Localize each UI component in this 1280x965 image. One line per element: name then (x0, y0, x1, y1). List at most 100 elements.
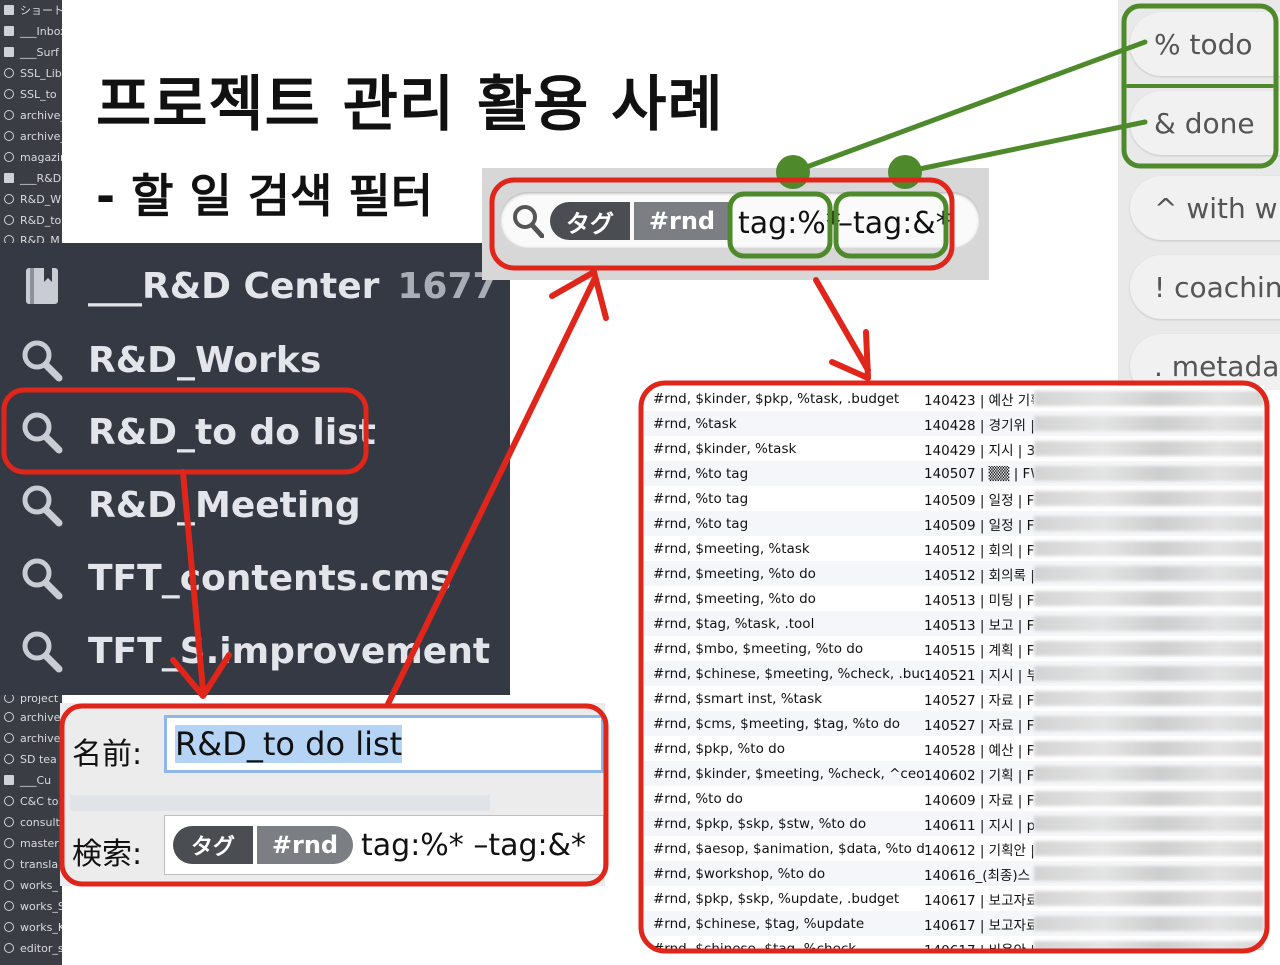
name-label: 名前: (72, 737, 143, 772)
dialog-tag-type-token[interactable]: タグ (173, 826, 253, 864)
thin-sidebar-item[interactable]: works_K (0, 917, 62, 937)
result-row[interactable]: #rnd, $kinder, %task 140429 | 지시 | 3-6 (644, 436, 1264, 461)
blurred-text (1034, 541, 1264, 556)
result-title: 140513 | 보고 | FW (924, 617, 1034, 634)
result-row[interactable]: #rnd, $meeting, %to do 140512 | 회의록 | F (644, 561, 1264, 586)
thin-sidebar-item[interactable]: transla (0, 854, 62, 874)
result-row[interactable]: #rnd, $pkp, $skp, $stw, %to do 140611 | 지… (644, 811, 1264, 836)
notebook-icon (4, 47, 14, 57)
blurred-text (1034, 441, 1264, 456)
sidebar-item-label: TFT_contents.cms (88, 557, 452, 599)
thin-sidebar-item[interactable]: consult (0, 812, 62, 832)
result-tags: #rnd, $cms, $meeting, $tag, %to do (653, 715, 901, 732)
thin-sidebar-item[interactable]: ___Inbox (0, 21, 62, 41)
result-tags: #rnd, $meeting, %to do (653, 590, 816, 607)
thin-sidebar-item[interactable]: archive_ (0, 126, 62, 146)
result-row[interactable]: #rnd, %to do 140609 | 자료 | FW (644, 786, 1264, 811)
search-results-list: #rnd, $kinder, $pkp, %task, .budget 14042… (644, 386, 1264, 950)
tag-type-token[interactable]: タグ (550, 202, 630, 240)
result-title: 140512 | 회의 | FW (924, 542, 1034, 559)
result-row[interactable]: #rnd, $pkp, $skp, %update, .budget 140617… (644, 886, 1264, 911)
thin-sidebar-item-label: ___Cu (20, 773, 52, 787)
thin-sidebar-item[interactable]: magazin (0, 147, 62, 167)
search-query-field[interactable]: タグ #rnd tag:%* –tag:&* (164, 815, 604, 875)
thin-sidebar-item[interactable]: ショートカット (0, 0, 62, 20)
result-row[interactable]: #rnd, %to tag 140509 | 일정 | FW (644, 511, 1264, 536)
sidebar-item[interactable]: R&D_to do list (0, 397, 510, 467)
thin-sidebar-item[interactable]: ___R&D (0, 168, 62, 188)
thin-sidebar-item[interactable]: ___Surf (0, 42, 62, 62)
result-title: 140507 | ▒▒ | FW (924, 465, 1034, 482)
dialog-tag-rnd-token[interactable]: #rnd (257, 826, 353, 864)
result-row[interactable]: #rnd, %to tag 140507 | ▒▒ | FW (644, 461, 1264, 486)
thin-sidebar-item-label: transla (20, 857, 59, 871)
thin-sidebar-item-label: R&D_W (20, 192, 62, 206)
thin-sidebar-item[interactable]: SD tea (0, 749, 62, 769)
thin-sidebar-item[interactable]: ___Cu (0, 770, 62, 790)
search-icon (22, 412, 63, 454)
thin-sidebar-item[interactable]: C&C to (0, 791, 62, 811)
search-icon (4, 89, 14, 99)
result-row[interactable]: #rnd, $kinder, $pkp, %task, .budget 14042… (644, 386, 1264, 411)
search-icon (22, 485, 63, 527)
sidebar-item[interactable]: TFT_contents.cms (0, 543, 510, 613)
result-row[interactable]: #rnd, $cms, $meeting, $tag, %to do 140527… (644, 711, 1264, 736)
result-tags: #rnd, $smart inst, %task (653, 690, 822, 707)
search-icon (4, 733, 14, 743)
result-row[interactable]: #rnd, $chinese, $meeting, %check, .budge… (644, 661, 1264, 686)
thin-sidebar-item[interactable]: works_S (0, 896, 62, 916)
thin-sidebar-item[interactable]: SSL_to (0, 84, 62, 104)
result-row[interactable]: #rnd, %to tag 140509 | 일정 | FW (644, 486, 1264, 511)
result-tags: #rnd, $meeting, %task (653, 540, 810, 557)
result-row[interactable]: #rnd, $chinese, $tag, %update 140617 | 보고… (644, 911, 1264, 936)
thin-sidebar-item[interactable]: works_ (0, 875, 62, 895)
result-row[interactable]: #rnd, $meeting, %to do 140513 | 미팅 | FW (644, 586, 1264, 611)
result-tags: #rnd, $tag, %task, .tool (653, 615, 815, 632)
thin-sidebar-item[interactable]: archive (0, 728, 62, 748)
result-tags: #rnd, $pkp, $skp, %update, .budget (653, 890, 900, 907)
thin-sidebar-item[interactable]: R&D_to (0, 210, 62, 230)
thin-sidebar-item-label: SD tea (20, 752, 57, 766)
tag-pill-coaching[interactable]: ! coaching (1130, 255, 1280, 319)
sidebar-item[interactable]: R&D_Meeting (0, 470, 510, 540)
thin-sidebar-item-label: archive (20, 731, 61, 745)
result-row[interactable]: #rnd, $chinese, $tag, %check 140617 | 비용안… (644, 936, 1264, 950)
result-row[interactable]: #rnd, $kinder, $meeting, %check, ^ceo 140… (644, 761, 1264, 786)
result-row[interactable]: #rnd, $workshop, %to do 140616_(최종)스 (644, 861, 1264, 886)
tag-pill-done[interactable]: & done (1130, 91, 1280, 155)
result-row[interactable]: #rnd, $pkp, %to do 140528 | 예산 | FW (644, 736, 1264, 761)
tag-pill-with-whom[interactable]: ^ with whom (1130, 176, 1280, 240)
sidebar-item-label: R&D_Works (88, 339, 322, 381)
result-title: 140616_(최종)스 (924, 867, 1031, 884)
result-row[interactable]: #rnd, $tag, %task, .tool 140513 | 보고 | FW (644, 611, 1264, 636)
result-row[interactable]: #rnd, $mbo, $meeting, %to do 140515 | 계획 … (644, 636, 1264, 661)
search-icon (4, 194, 14, 204)
result-row[interactable]: #rnd, $meeting, %task 140512 | 회의 | FW (644, 536, 1264, 561)
result-tags: #rnd, %task (653, 415, 737, 432)
result-tags: #rnd, $kinder, %task (653, 440, 797, 457)
result-title: 140428 | 경기위 | F (924, 417, 1034, 434)
tag-rnd-token[interactable]: #rnd (634, 202, 730, 240)
result-tags: #rnd, $chinese, $meeting, %check, .budge… (653, 665, 924, 682)
search-icon (4, 922, 14, 932)
sidebar-item[interactable]: ___R&D Center 1677 (0, 251, 510, 321)
thin-sidebar-item[interactable]: archive (0, 707, 62, 727)
sidebar-item[interactable]: R&D_Works (0, 325, 510, 395)
thin-sidebar-item-label: editor_s (20, 941, 62, 955)
sidebar-item[interactable]: TFT_S.improvement (0, 616, 510, 686)
thin-sidebar-item[interactable]: archive_ (0, 105, 62, 125)
search-label: 検索: (72, 837, 143, 872)
thin-sidebar-item[interactable]: R&D_W (0, 189, 62, 209)
thin-sidebar-item-label: R&D_to (20, 213, 62, 227)
result-row[interactable]: #rnd, %task 140428 | 경기위 | F (644, 411, 1264, 436)
name-field[interactable]: R&D_to do list (164, 715, 604, 773)
result-row[interactable]: #rnd, $aesop, $animation, $data, %to do 1… (644, 836, 1264, 861)
blurred-text (1034, 591, 1264, 606)
tag-pill-metadata[interactable]: . metadata (1130, 334, 1280, 390)
thin-sidebar-item[interactable]: SSL_Lib (0, 63, 62, 83)
thin-sidebar-item[interactable]: master (0, 833, 62, 853)
tag-pill-todo[interactable]: % todo (1130, 12, 1280, 76)
blurred-text (1034, 791, 1264, 806)
thin-sidebar-item[interactable]: editor_s (0, 938, 62, 958)
result-row[interactable]: #rnd, $smart inst, %task 140527 | 자료 | FW (644, 686, 1264, 711)
